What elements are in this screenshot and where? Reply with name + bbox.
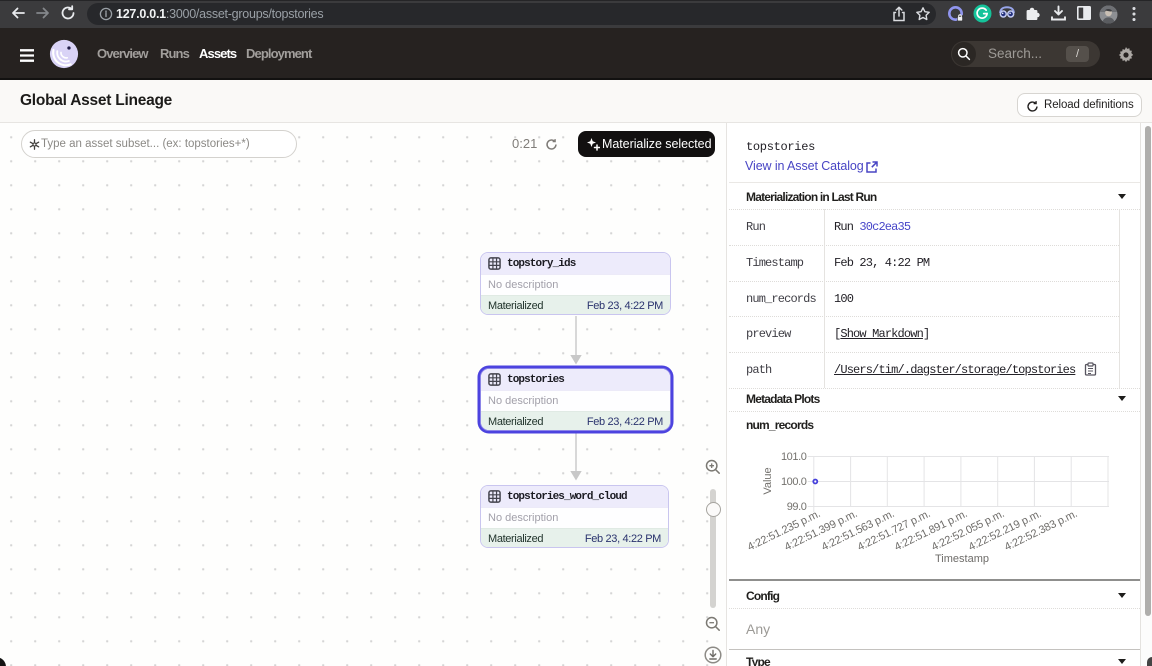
svg-text:101.0: 101.0: [781, 451, 807, 463]
svg-text:100.0: 100.0: [781, 476, 807, 488]
svg-text:99.0: 99.0: [787, 501, 807, 513]
svg-text:Timestamp: Timestamp: [935, 553, 989, 565]
svg-text:Value: Value: [762, 467, 774, 494]
